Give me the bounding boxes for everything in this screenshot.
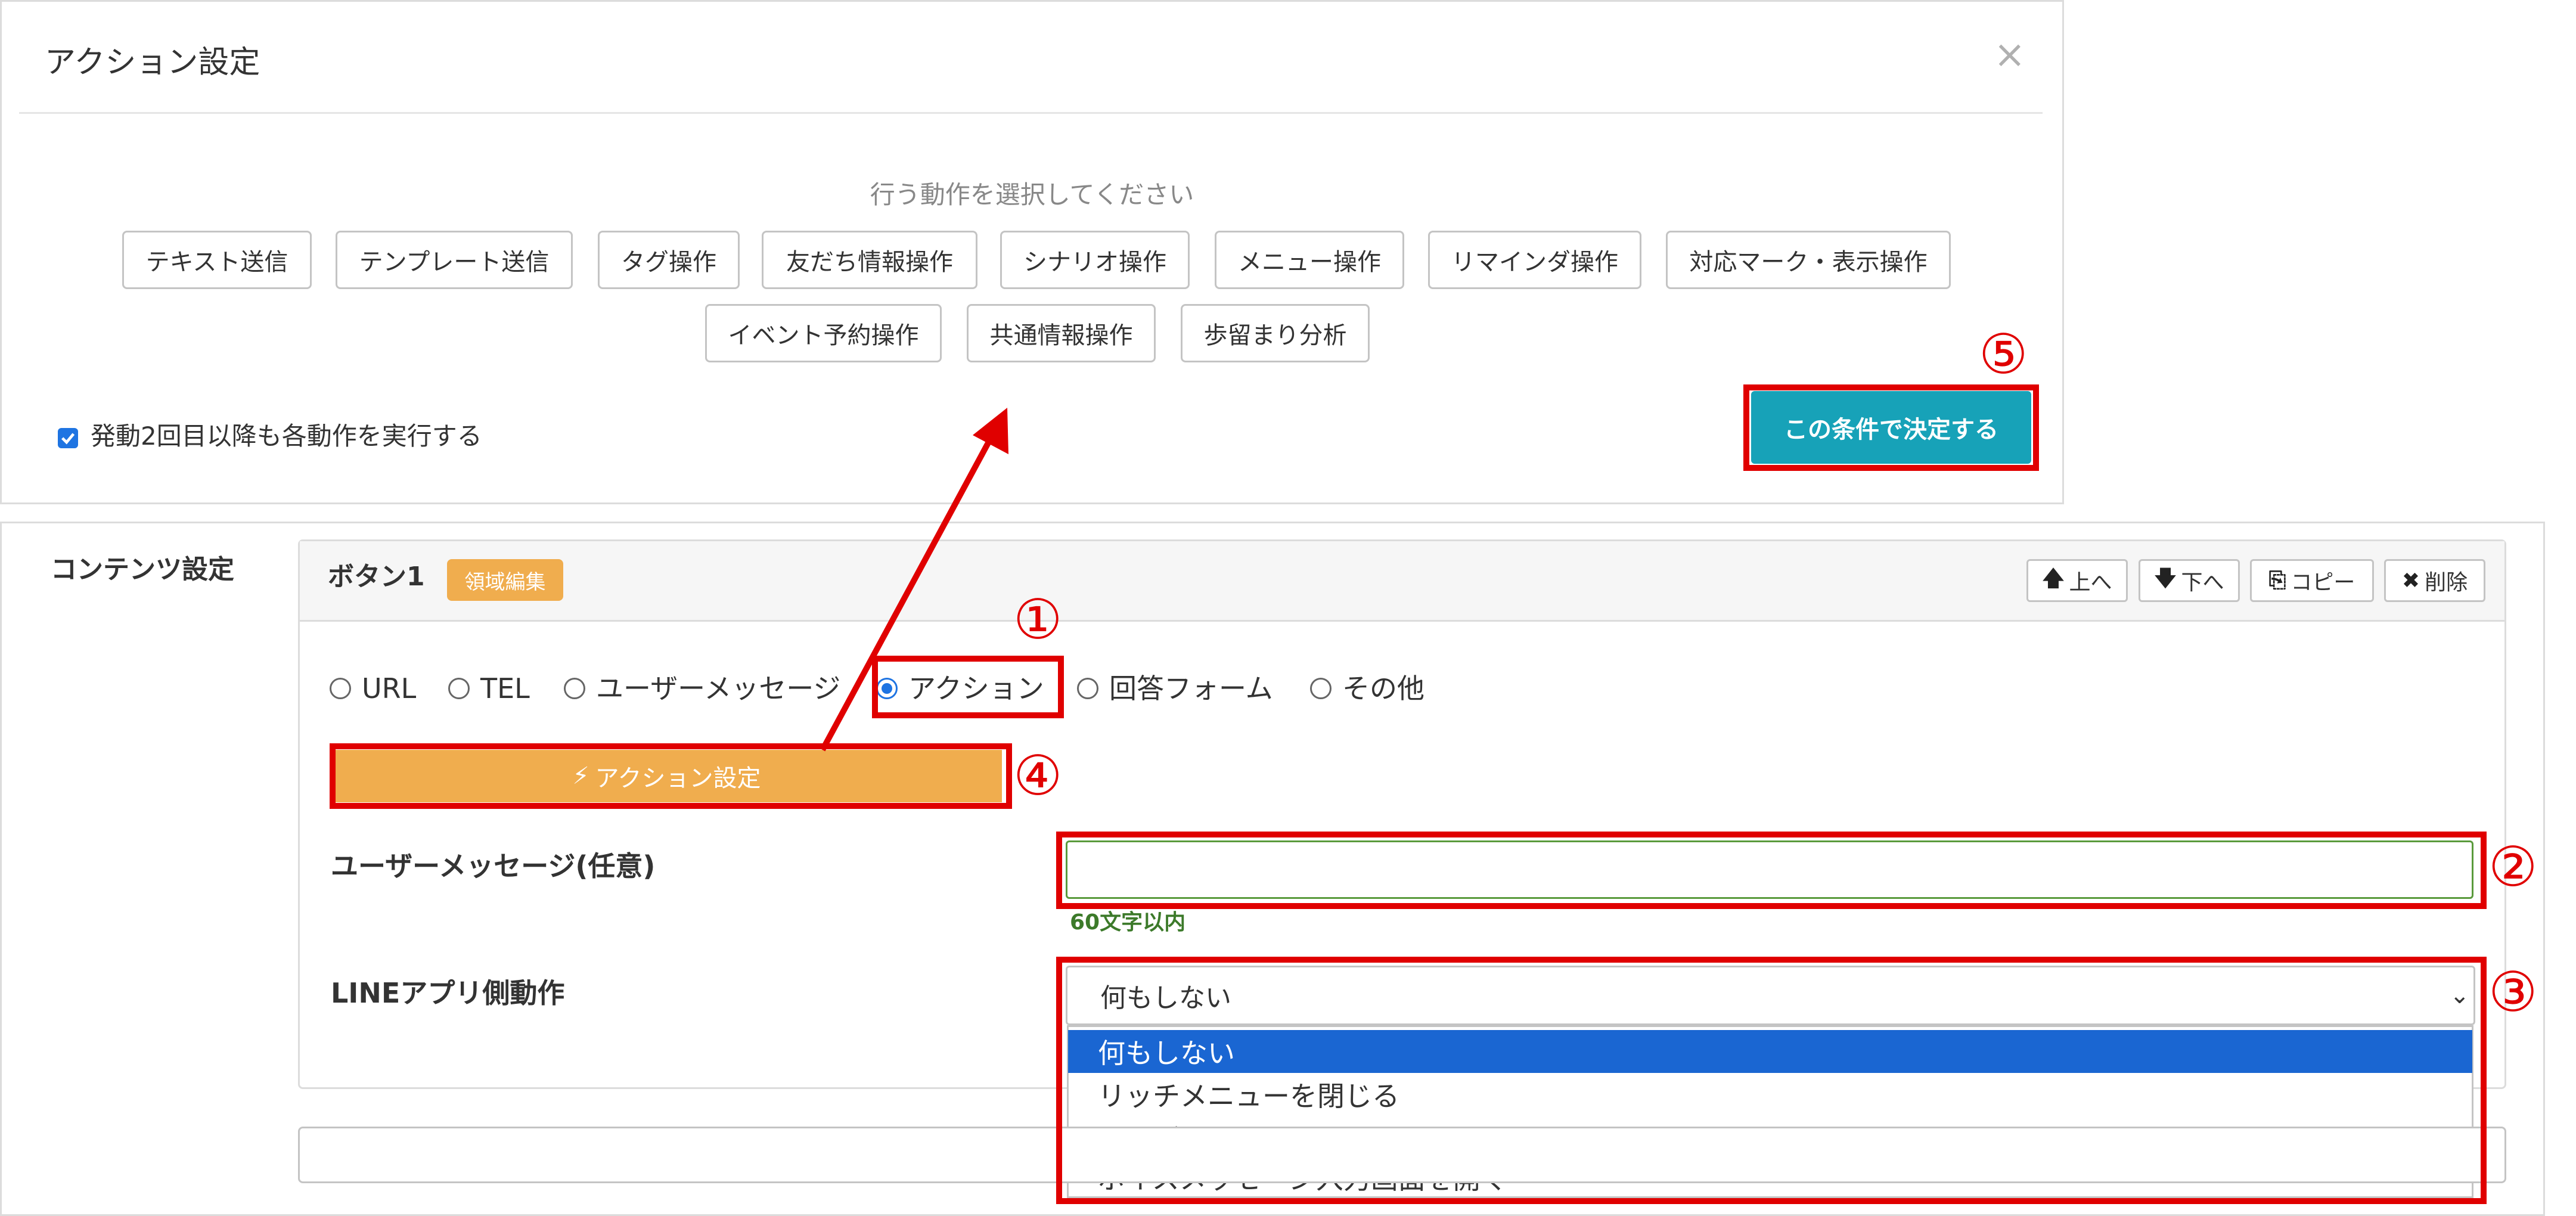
submit-condition-button[interactable]: この条件で決定する <box>1751 391 2031 464</box>
radio-action[interactable]: アクション <box>876 671 1044 706</box>
move-up-button[interactable]: 🡅 上へ <box>2026 559 2128 602</box>
area-edit-badge[interactable]: 領域編集 <box>447 559 563 601</box>
op-yield-analysis-button[interactable]: 歩留まり分析 <box>1181 304 1370 362</box>
radio-circle[interactable] <box>448 678 470 699</box>
radio-circle[interactable] <box>564 678 585 699</box>
arrow-down-icon: 🡇 <box>2154 566 2177 591</box>
copy-button[interactable]: ⎘ コピー <box>2250 559 2374 602</box>
content-settings-label: コンテンツ設定 <box>51 554 234 585</box>
user-message-label: ユーザーメッセージ(任意) <box>331 850 656 882</box>
char-limit-hint: 60文字以内 <box>1070 910 1186 935</box>
move-down-button[interactable]: 🡇 下へ <box>2139 559 2240 602</box>
line-app-action-label: LINEアプリ側動作 <box>331 977 565 1009</box>
radio-url[interactable]: URL <box>330 671 416 706</box>
lightning-icon: ⚡ <box>572 762 589 790</box>
repeat-checkbox-label: 発動2回目以降も各動作を実行する <box>91 421 482 451</box>
action-settings-button[interactable]: ⚡ アクション設定 <box>331 750 1002 802</box>
dropdown-option-close-rich-menu[interactable]: リッチメニューを閉じる <box>1068 1073 2472 1116</box>
close-icon[interactable]: × <box>1994 36 2026 74</box>
op-menu-button[interactable]: メニュー操作 <box>1215 231 1404 289</box>
op-text-send-button[interactable]: テキスト送信 <box>122 231 312 289</box>
annotation-number-5: ⑤ <box>1979 322 2028 386</box>
copy-icon: ⎘ <box>2268 568 2286 593</box>
arrow-up-icon: 🡅 <box>2042 566 2065 591</box>
chevron-down-icon[interactable]: ⌄ <box>2450 978 2470 1013</box>
delete-icon: ✖ <box>2401 568 2420 593</box>
op-mark-display-button[interactable]: 対応マーク・表示操作 <box>1666 231 1951 289</box>
op-template-send-button[interactable]: テンプレート送信 <box>336 231 573 289</box>
user-message-input[interactable] <box>1066 840 2473 899</box>
annotation-number-3: ③ <box>2488 960 2538 1024</box>
radio-user-message[interactable]: ユーザーメッセージ <box>564 671 840 706</box>
delete-button[interactable]: ✖ 削除 <box>2384 559 2485 602</box>
radio-circle[interactable] <box>330 678 351 699</box>
dropdown-option-none[interactable]: 何もしない <box>1068 1030 2472 1073</box>
modal-divider <box>19 112 2043 114</box>
check-icon <box>61 433 75 445</box>
annotation-number-1: ① <box>1013 588 1063 652</box>
repeat-checkbox[interactable] <box>58 428 78 448</box>
op-common-info-button[interactable]: 共通情報操作 <box>967 304 1156 362</box>
annotation-number-2: ② <box>2488 835 2538 899</box>
radio-other[interactable]: その他 <box>1310 671 1424 706</box>
radio-circle[interactable] <box>1310 678 1332 699</box>
radio-tel[interactable]: TEL <box>448 671 530 706</box>
op-friend-info-button[interactable]: 友だち情報操作 <box>762 231 977 289</box>
modal-title: アクション設定 <box>45 45 260 80</box>
radio-circle[interactable] <box>1077 678 1098 699</box>
radio-answer-form[interactable]: 回答フォーム <box>1077 671 1273 706</box>
op-tag-button[interactable]: タグ操作 <box>598 231 740 289</box>
line-app-action-select[interactable]: 何もしない <box>1066 966 2475 1025</box>
annotation-number-4: ④ <box>1013 744 1063 808</box>
button-card-title: ボタン1 <box>328 562 425 592</box>
op-event-booking-button[interactable]: イベント予約操作 <box>705 304 942 362</box>
modal-hint: 行う動作を選択してください <box>870 180 1194 209</box>
op-scenario-button[interactable]: シナリオ操作 <box>1000 231 1190 289</box>
radio-circle-checked[interactable] <box>876 678 898 699</box>
next-button-card <box>298 1127 2506 1183</box>
op-reminder-button[interactable]: リマインダ操作 <box>1428 231 1641 289</box>
